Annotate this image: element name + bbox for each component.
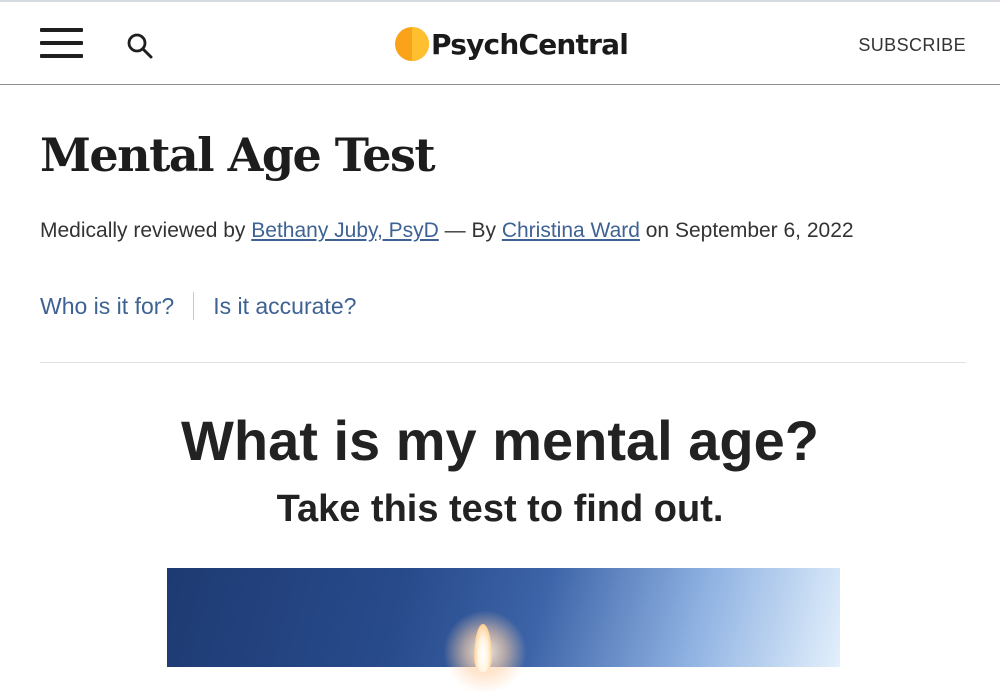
reviewer-link[interactable]: Bethany Juby, PsyD xyxy=(251,219,439,242)
menu-bar xyxy=(40,28,83,32)
subscribe-link[interactable]: SUBSCRIBE xyxy=(858,35,966,56)
menu-bar xyxy=(40,54,83,58)
site-header: PsychCentral SUBSCRIBE xyxy=(0,2,1000,85)
menu-bar xyxy=(40,41,83,45)
site-logo[interactable]: PsychCentral xyxy=(395,24,629,64)
logo-mark-icon xyxy=(395,27,429,61)
jump-link-who-is-it-for[interactable]: Who is it for? xyxy=(40,293,174,320)
byline-prefix: Medically reviewed by xyxy=(40,219,252,242)
quiz-subhead: Take this test to find out. xyxy=(276,488,724,530)
logo-text: PsychCentral xyxy=(431,27,629,61)
search-icon[interactable] xyxy=(126,32,154,60)
byline: Medically reviewed by Bethany Juby, PsyD… xyxy=(40,219,854,243)
byline-date: on September 6, 2022 xyxy=(639,219,854,242)
jump-link-separator xyxy=(193,292,195,320)
jump-links: Who is it for? Is it accurate? xyxy=(40,292,356,320)
page-title: Mental Age Test xyxy=(40,128,436,182)
hamburger-menu-icon[interactable] xyxy=(40,28,84,60)
jump-link-is-it-accurate[interactable]: Is it accurate? xyxy=(213,293,356,320)
author-link[interactable]: Christina Ward xyxy=(502,219,640,242)
section-divider xyxy=(40,362,966,363)
quiz-headline: What is my mental age? xyxy=(181,409,819,472)
search-icon-graphic xyxy=(127,33,153,59)
byline-middle: — By xyxy=(438,219,502,242)
